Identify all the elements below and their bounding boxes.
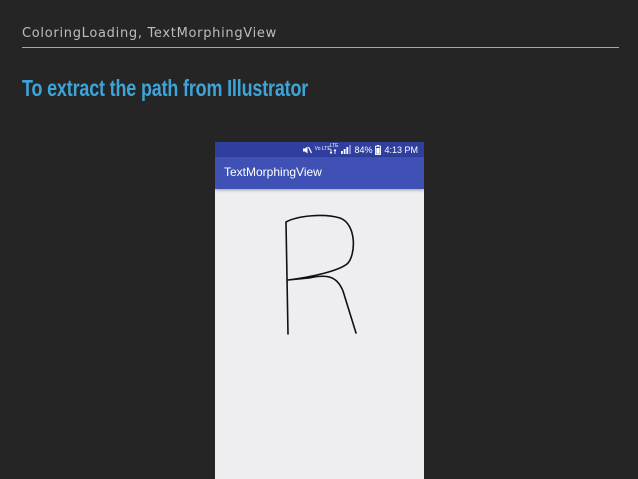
morphing-canvas [215, 189, 424, 479]
status-icons: Vo LTE LTE 84% 4:13 PM [302, 144, 418, 155]
mute-icon [302, 144, 312, 155]
letter-r-path [285, 214, 357, 335]
slide-header: ColoringLoading, TextMorphingView [22, 26, 277, 41]
app-bar: TextMorphingView [215, 157, 424, 189]
battery-icon [375, 144, 382, 155]
slide-title: To extract the path from Illustrator [22, 75, 309, 101]
status-time: 4:13 PM [384, 144, 418, 155]
volte-label: Vo LTE [314, 146, 331, 152]
lte-icon: LTE [329, 144, 338, 155]
status-bar: Vo LTE LTE 84% 4:13 PM [215, 142, 424, 157]
slide: ColoringLoading, TextMorphingView To ext… [0, 0, 638, 479]
signal-icon [341, 144, 352, 155]
phone-screenshot: Vo LTE LTE 84% 4:13 PM TextMorphingView [215, 142, 424, 479]
app-bar-title: TextMorphingView [224, 165, 322, 179]
morphing-letter-drawing [285, 214, 357, 335]
battery-percent: 84% [354, 144, 373, 155]
volte-icon: Vo LTE [314, 144, 331, 155]
header-divider [22, 47, 619, 48]
